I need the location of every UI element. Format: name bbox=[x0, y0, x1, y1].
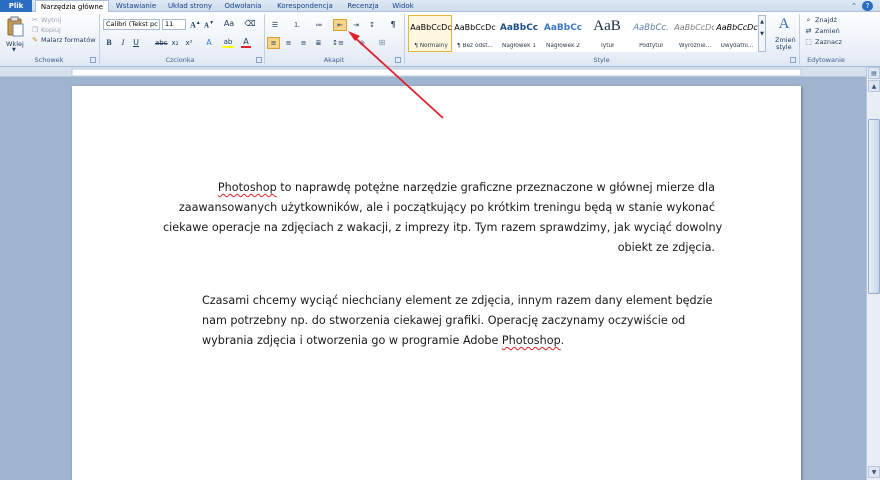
scroll-up-icon[interactable]: ▲ bbox=[868, 80, 880, 92]
scrollbar-thumb[interactable] bbox=[868, 119, 880, 294]
vertical-scrollbar[interactable]: ▤ ▲ ▼ bbox=[866, 67, 880, 480]
annotation-arrow bbox=[348, 31, 444, 119]
scroll-down-icon[interactable]: ▼ bbox=[868, 466, 880, 478]
view-ruler-icon[interactable]: ▤ bbox=[868, 67, 880, 79]
